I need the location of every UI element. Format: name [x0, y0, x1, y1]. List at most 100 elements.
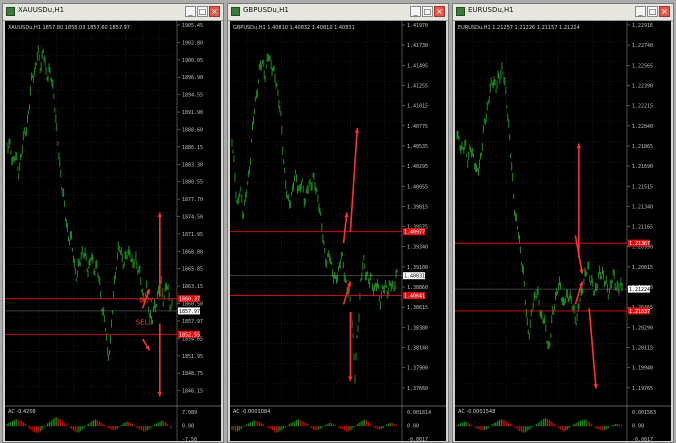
y-tick-label: 1.38860: [407, 285, 428, 291]
chart-canvas[interactable]: 1.41970 1.41730 1.41495 1.41255 1.41015 1.407…: [230, 21, 446, 441]
close-button[interactable]: ×: [434, 6, 445, 17]
indicator-tick-label: 0.00: [632, 424, 644, 430]
price-level-label: 1.21367: [629, 241, 650, 247]
y-tick-label: 1.39340: [407, 245, 428, 251]
minimize-button[interactable]: _: [635, 6, 646, 17]
y-tick-label: 1.39100: [407, 265, 428, 271]
y-tick-label: 1.40295: [407, 164, 428, 170]
chart-header: EURUSDu,H1 1.21257 1.21226 1.21157 1.212…: [458, 25, 580, 31]
y-tick-label: 1.22390: [632, 83, 653, 89]
y-tick-label: 1.40055: [407, 184, 428, 190]
price-level-label: 1.40977: [404, 230, 425, 236]
window-title: XAUUSDu,H1: [18, 6, 65, 14]
y-tick-label: 1.21865: [632, 144, 653, 150]
maximize-button[interactable]: □: [197, 6, 208, 17]
indicator-tick-label: -7.50: [182, 437, 197, 441]
price-chart[interactable]: 1.41970 1.41730 1.41495 1.41255 1.41015 1.407…: [230, 21, 446, 441]
y-tick-label: 1.22215: [632, 104, 653, 110]
y-tick-label: 1.38380: [407, 325, 428, 331]
chart-header: GBPUSDu,H1 1.40810 1.40832 1.40810 1.408…: [233, 25, 355, 31]
y-tick-label: 1.22916: [632, 23, 653, 29]
price-chart[interactable]: 1.22916 1.22740 1.22565 1.22390 1.22215 1.220…: [455, 21, 671, 441]
indicator-label: AC -0.4206: [8, 409, 36, 415]
y-tick-label: 1865.85: [182, 267, 203, 273]
indicator-tick-label: 7.089: [182, 410, 197, 416]
close-button[interactable]: ×: [659, 6, 670, 17]
indicator-tick-label: -0.0017: [632, 437, 653, 441]
y-tick-label: 1.41730: [407, 43, 428, 49]
price-level-label: 1.21037: [629, 309, 650, 315]
minimize-button[interactable]: _: [185, 6, 196, 17]
window-titlebar[interactable]: EURUSDu,H1 _ □ ×: [453, 4, 673, 21]
indicator-label: AC -0.0001548: [458, 409, 495, 415]
y-tick-label: 1894.55: [182, 93, 203, 99]
y-tick-label: 1888.60: [182, 127, 203, 133]
y-tick-label: 1.40775: [407, 124, 428, 130]
y-tick-label: 1.38615: [407, 305, 428, 311]
maximize-button[interactable]: □: [422, 6, 433, 17]
y-tick-label: 1902.80: [182, 40, 203, 46]
chart-window-gbpusd[interactable]: GBPUSDu,H1 _ □ × 1.41970 1.41730 1.41495 1.…: [227, 3, 449, 443]
y-tick-label: 1.20815: [632, 265, 653, 271]
y-tick-label: 1848.75: [182, 371, 203, 377]
y-tick-label: 1.37660: [407, 386, 428, 392]
y-tick-label: 1.22040: [632, 124, 653, 130]
maximize-button[interactable]: □: [647, 6, 658, 17]
y-tick-label: 1868.80: [182, 249, 203, 255]
y-tick-label: 1.20290: [632, 325, 653, 331]
y-tick-label: 1.20115: [632, 346, 653, 352]
chart-canvas[interactable]: 1905.45 1902.80 1900.05 1896.90 1894.55 1891.…: [5, 21, 221, 441]
minimize-button[interactable]: _: [410, 6, 421, 17]
y-tick-label: 1886.15: [182, 145, 203, 151]
indicator-tick-label: 0.001814: [407, 410, 431, 416]
y-tick-label: 1874.50: [182, 215, 203, 221]
y-tick-label: 1900.05: [182, 58, 203, 64]
y-tick-label: 1.41970: [407, 23, 428, 29]
current-price-label: 1.21224: [629, 287, 650, 293]
y-tick-label: 1.41255: [407, 83, 428, 89]
window-titlebar[interactable]: XAUUSDu,H1 _ □ ×: [3, 4, 223, 21]
chart-canvas[interactable]: 1.22916 1.22740 1.22565 1.22390 1.22215 1.220…: [455, 21, 671, 441]
y-tick-label: 1871.95: [182, 232, 203, 238]
chart-window-eurusd[interactable]: EURUSDu,H1 _ □ × 1.22916 1.22740 1.22565 1.…: [452, 3, 674, 443]
chart-icon: [456, 7, 465, 16]
price-level-label: 1860.37: [179, 297, 200, 303]
y-tick-label: 1896.90: [182, 75, 203, 81]
y-tick-label: 1.21690: [632, 164, 653, 170]
window-titlebar[interactable]: GBPUSDu,H1 _ □ ×: [228, 4, 448, 21]
y-tick-label: 1.38140: [407, 346, 428, 352]
price-chart[interactable]: 1905.45 1902.80 1900.05 1896.90 1894.55 1891.…: [5, 21, 221, 441]
y-tick-label: 1.21340: [632, 204, 653, 210]
y-tick-label: 1.40535: [407, 144, 428, 150]
chart-icon: [231, 7, 240, 16]
price-level-label: 1.40641: [404, 294, 425, 300]
y-tick-label: 1.22565: [632, 63, 653, 69]
close-button[interactable]: ×: [209, 6, 220, 17]
price-level-label: 1852.55: [179, 332, 200, 338]
y-tick-label: 1851.95: [182, 354, 203, 360]
y-tick-label: 1.19765: [632, 386, 653, 392]
y-tick-label: 1.21515: [632, 184, 653, 190]
indicator-tick-label: 0.00: [182, 424, 194, 430]
y-tick-label: 1.22740: [632, 43, 653, 49]
annotation-text: BUY: [139, 297, 154, 305]
y-tick-label: 1.41015: [407, 104, 428, 110]
indicator-tick-label: 0.00: [407, 424, 419, 430]
y-tick-label: 1.41495: [407, 63, 428, 69]
y-tick-label: 1.37900: [407, 366, 428, 372]
indicator-label: AC -0.0001084: [233, 409, 270, 415]
y-tick-label: 1.21165: [632, 225, 653, 231]
y-tick-label: 1863.15: [182, 284, 203, 290]
chart-header: XAUUSDu,H1 1857.80 1858.03 1857.60 1857.…: [8, 25, 130, 31]
indicator-tick-label: 0.001563: [632, 410, 656, 416]
y-tick-label: 1857.97: [182, 319, 203, 325]
window-title: GBPUSDu,H1: [243, 6, 289, 14]
chart-window-xauusd[interactable]: XAUUSDu,H1 _ □ × 1905.45 1902.80 1900.05 18…: [2, 3, 224, 443]
window-title: EURUSDu,H1: [468, 6, 514, 14]
y-tick-label: 1.19940: [632, 366, 653, 372]
chart-icon: [6, 7, 15, 16]
annotation-text: SELL: [136, 319, 153, 327]
y-tick-label: 1.39815: [407, 204, 428, 210]
y-tick-label: 1891.90: [182, 110, 203, 116]
indicator-tick-label: -0.0017: [407, 437, 428, 441]
